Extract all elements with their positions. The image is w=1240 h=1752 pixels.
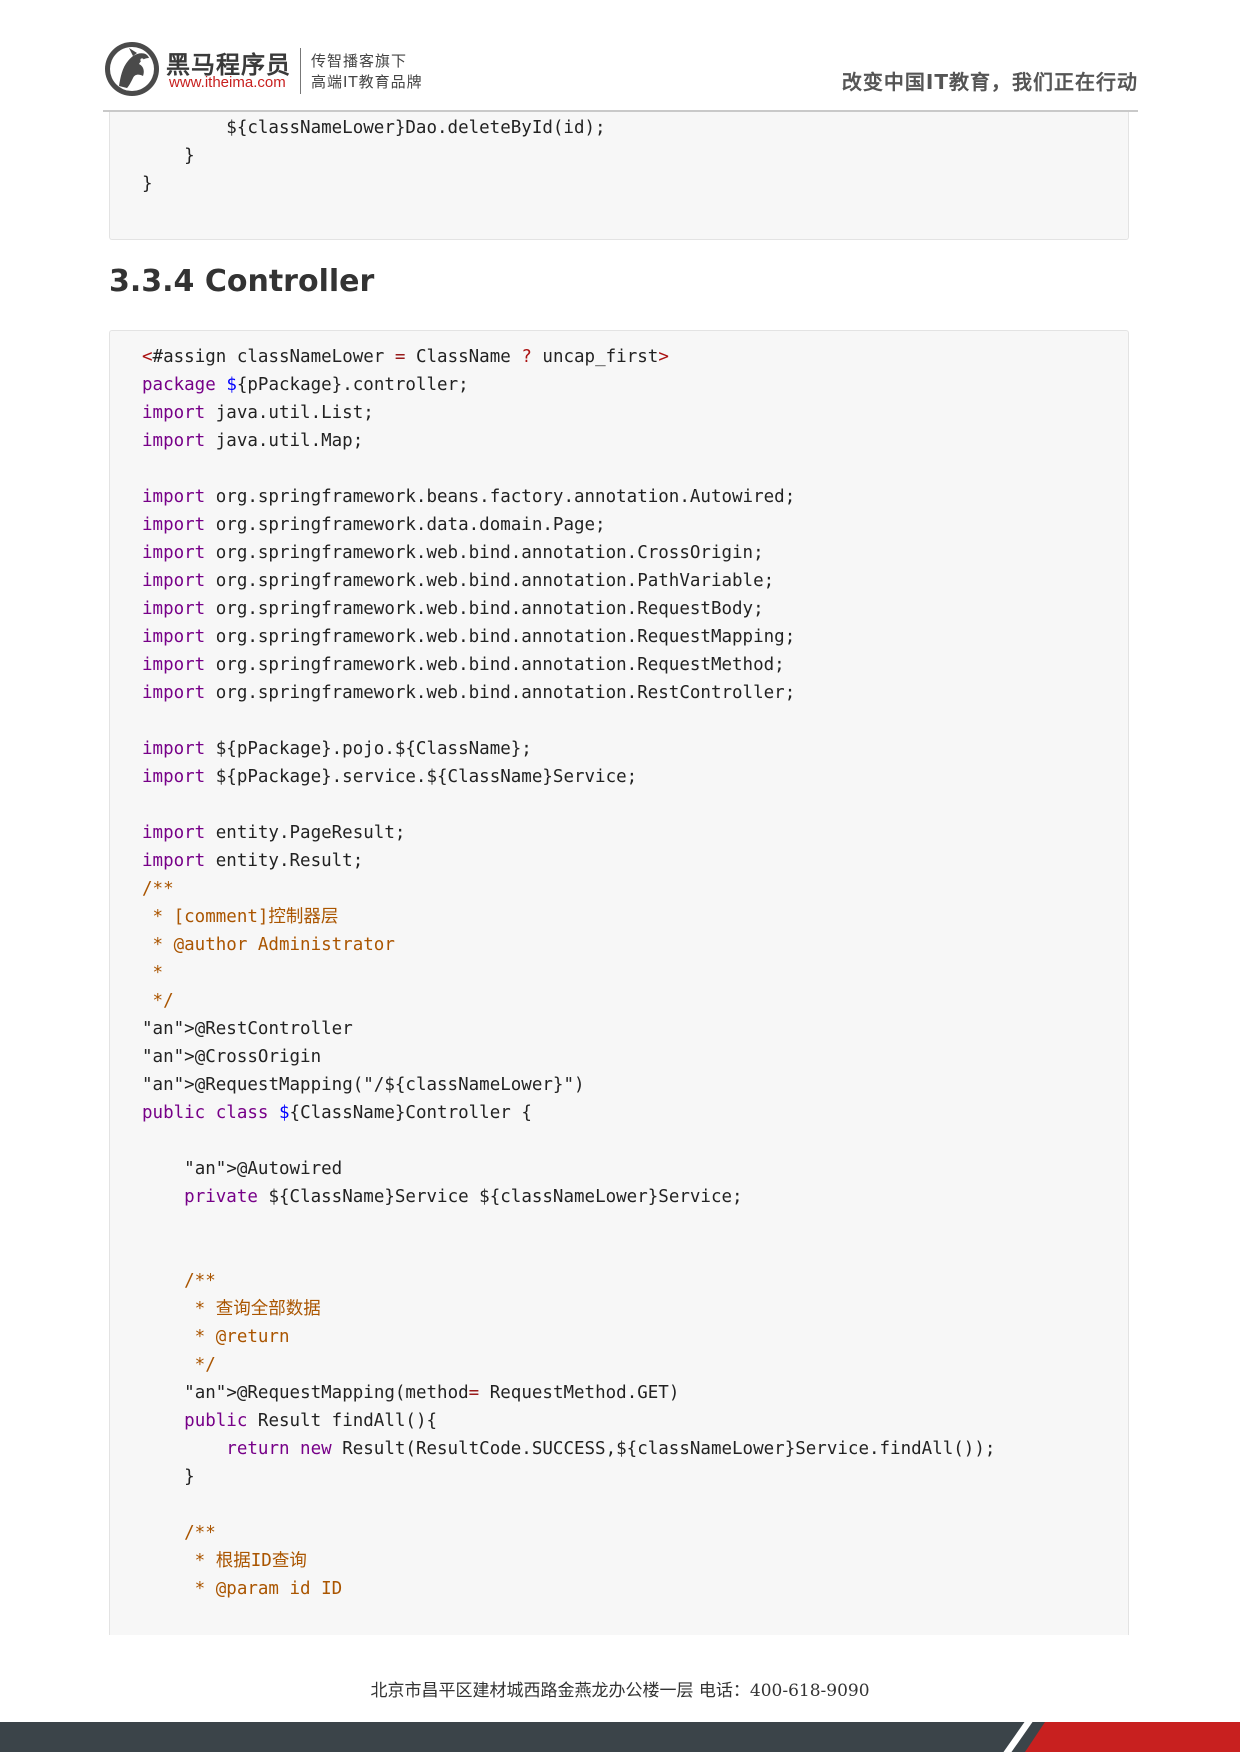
code-line: } <box>142 174 153 194</box>
logo-divider <box>300 48 301 94</box>
footer-address: 北京市昌平区建材城西路金燕龙办公楼一层 电话：400-618-9090 <box>370 1681 870 1701</box>
code-line: "an">@RequestMapping(method= RequestMeth… <box>184 1383 680 1403</box>
code-line: import org.springframework.beans.factory… <box>142 487 796 507</box>
code-line: import ${pPackage}.service.${ClassName}S… <box>142 767 638 787</box>
code-line: ${classNameLower}Dao.deleteById(id); <box>142 118 606 138</box>
code-line: <#assign classNameLower = ClassName ? un… <box>142 347 669 367</box>
code-line: /** <box>142 1523 216 1543</box>
code-line: * @param id ID <box>142 1579 343 1599</box>
footer-accent <box>1025 1722 1240 1752</box>
code-line: import org.springframework.web.bind.anno… <box>142 543 764 563</box>
code-line: } <box>142 1467 195 1487</box>
code-line: import org.springframework.data.domain.P… <box>142 515 606 535</box>
code-line: return new Result(ResultCode.SUCCESS,${c… <box>226 1439 996 1459</box>
code-line: private ${ClassName}Service ${classNameL… <box>184 1187 743 1207</box>
code-line: import org.springframework.web.bind.anno… <box>142 683 796 703</box>
code-line: package ${pPackage}.controller; <box>142 375 469 395</box>
code-line: "an">@CrossOrigin <box>142 1047 322 1067</box>
code-line: public Result findAll(){ <box>184 1411 438 1431</box>
code-line: import entity.Result; <box>142 851 364 871</box>
page-header: 黑马程序员 www.itheima.com 传智播客旗下 高端IT教育品牌 改变… <box>103 40 1138 110</box>
code-line: /** <box>142 1271 216 1291</box>
code-line: "an">@RequestMapping("/${classNameLower}… <box>142 1075 585 1095</box>
brand-url: www.itheima.com <box>169 74 286 91</box>
code-line: "an">@Autowired <box>184 1159 343 1179</box>
code-listing: ${classNameLower}Dao.deleteById(id); }} <box>110 112 1128 198</box>
slogan-line-1: 传智播客旗下 <box>311 52 408 70</box>
code-line: */ <box>142 991 174 1011</box>
code-line: * <box>142 963 164 983</box>
code-line: * @author Administrator <box>142 935 395 955</box>
code-line: "an">@RestController <box>142 1019 353 1039</box>
code-line: /** <box>142 879 174 899</box>
code-line: import org.springframework.web.bind.anno… <box>142 627 796 647</box>
horse-head-logo-icon <box>105 42 159 96</box>
slogan-line-2: 高端IT教育品牌 <box>311 73 423 91</box>
code-line: * 查询全部数据 <box>142 1299 321 1319</box>
code-line: */ <box>142 1355 216 1375</box>
code-line: * @return <box>142 1327 290 1347</box>
code-line: import ${pPackage}.pojo.${ClassName}; <box>142 739 532 759</box>
section-heading: 3.3.4 Controller <box>109 264 375 299</box>
code-line: } <box>142 146 195 166</box>
code-line: * 根据ID查询 <box>142 1551 307 1571</box>
code-block-controller: <#assign classNameLower = ClassName ? un… <box>109 330 1129 1635</box>
code-line: import org.springframework.web.bind.anno… <box>142 571 775 591</box>
code-block-continuation: ${classNameLower}Dao.deleteById(id); }} <box>109 112 1129 240</box>
code-line: import org.springframework.web.bind.anno… <box>142 655 785 675</box>
code-listing: <#assign classNameLower = ClassName ? un… <box>110 331 1128 1603</box>
code-line: import java.util.Map; <box>142 431 364 451</box>
header-motto: 改变中国IT教育，我们正在行动 <box>841 70 1138 94</box>
code-line: public class ${ClassName}Controller { <box>142 1103 532 1123</box>
code-line: import entity.PageResult; <box>142 823 406 843</box>
code-line: * [comment]控制器层 <box>142 907 339 927</box>
code-line: import java.util.List; <box>142 403 374 423</box>
code-line: import org.springframework.web.bind.anno… <box>142 599 764 619</box>
